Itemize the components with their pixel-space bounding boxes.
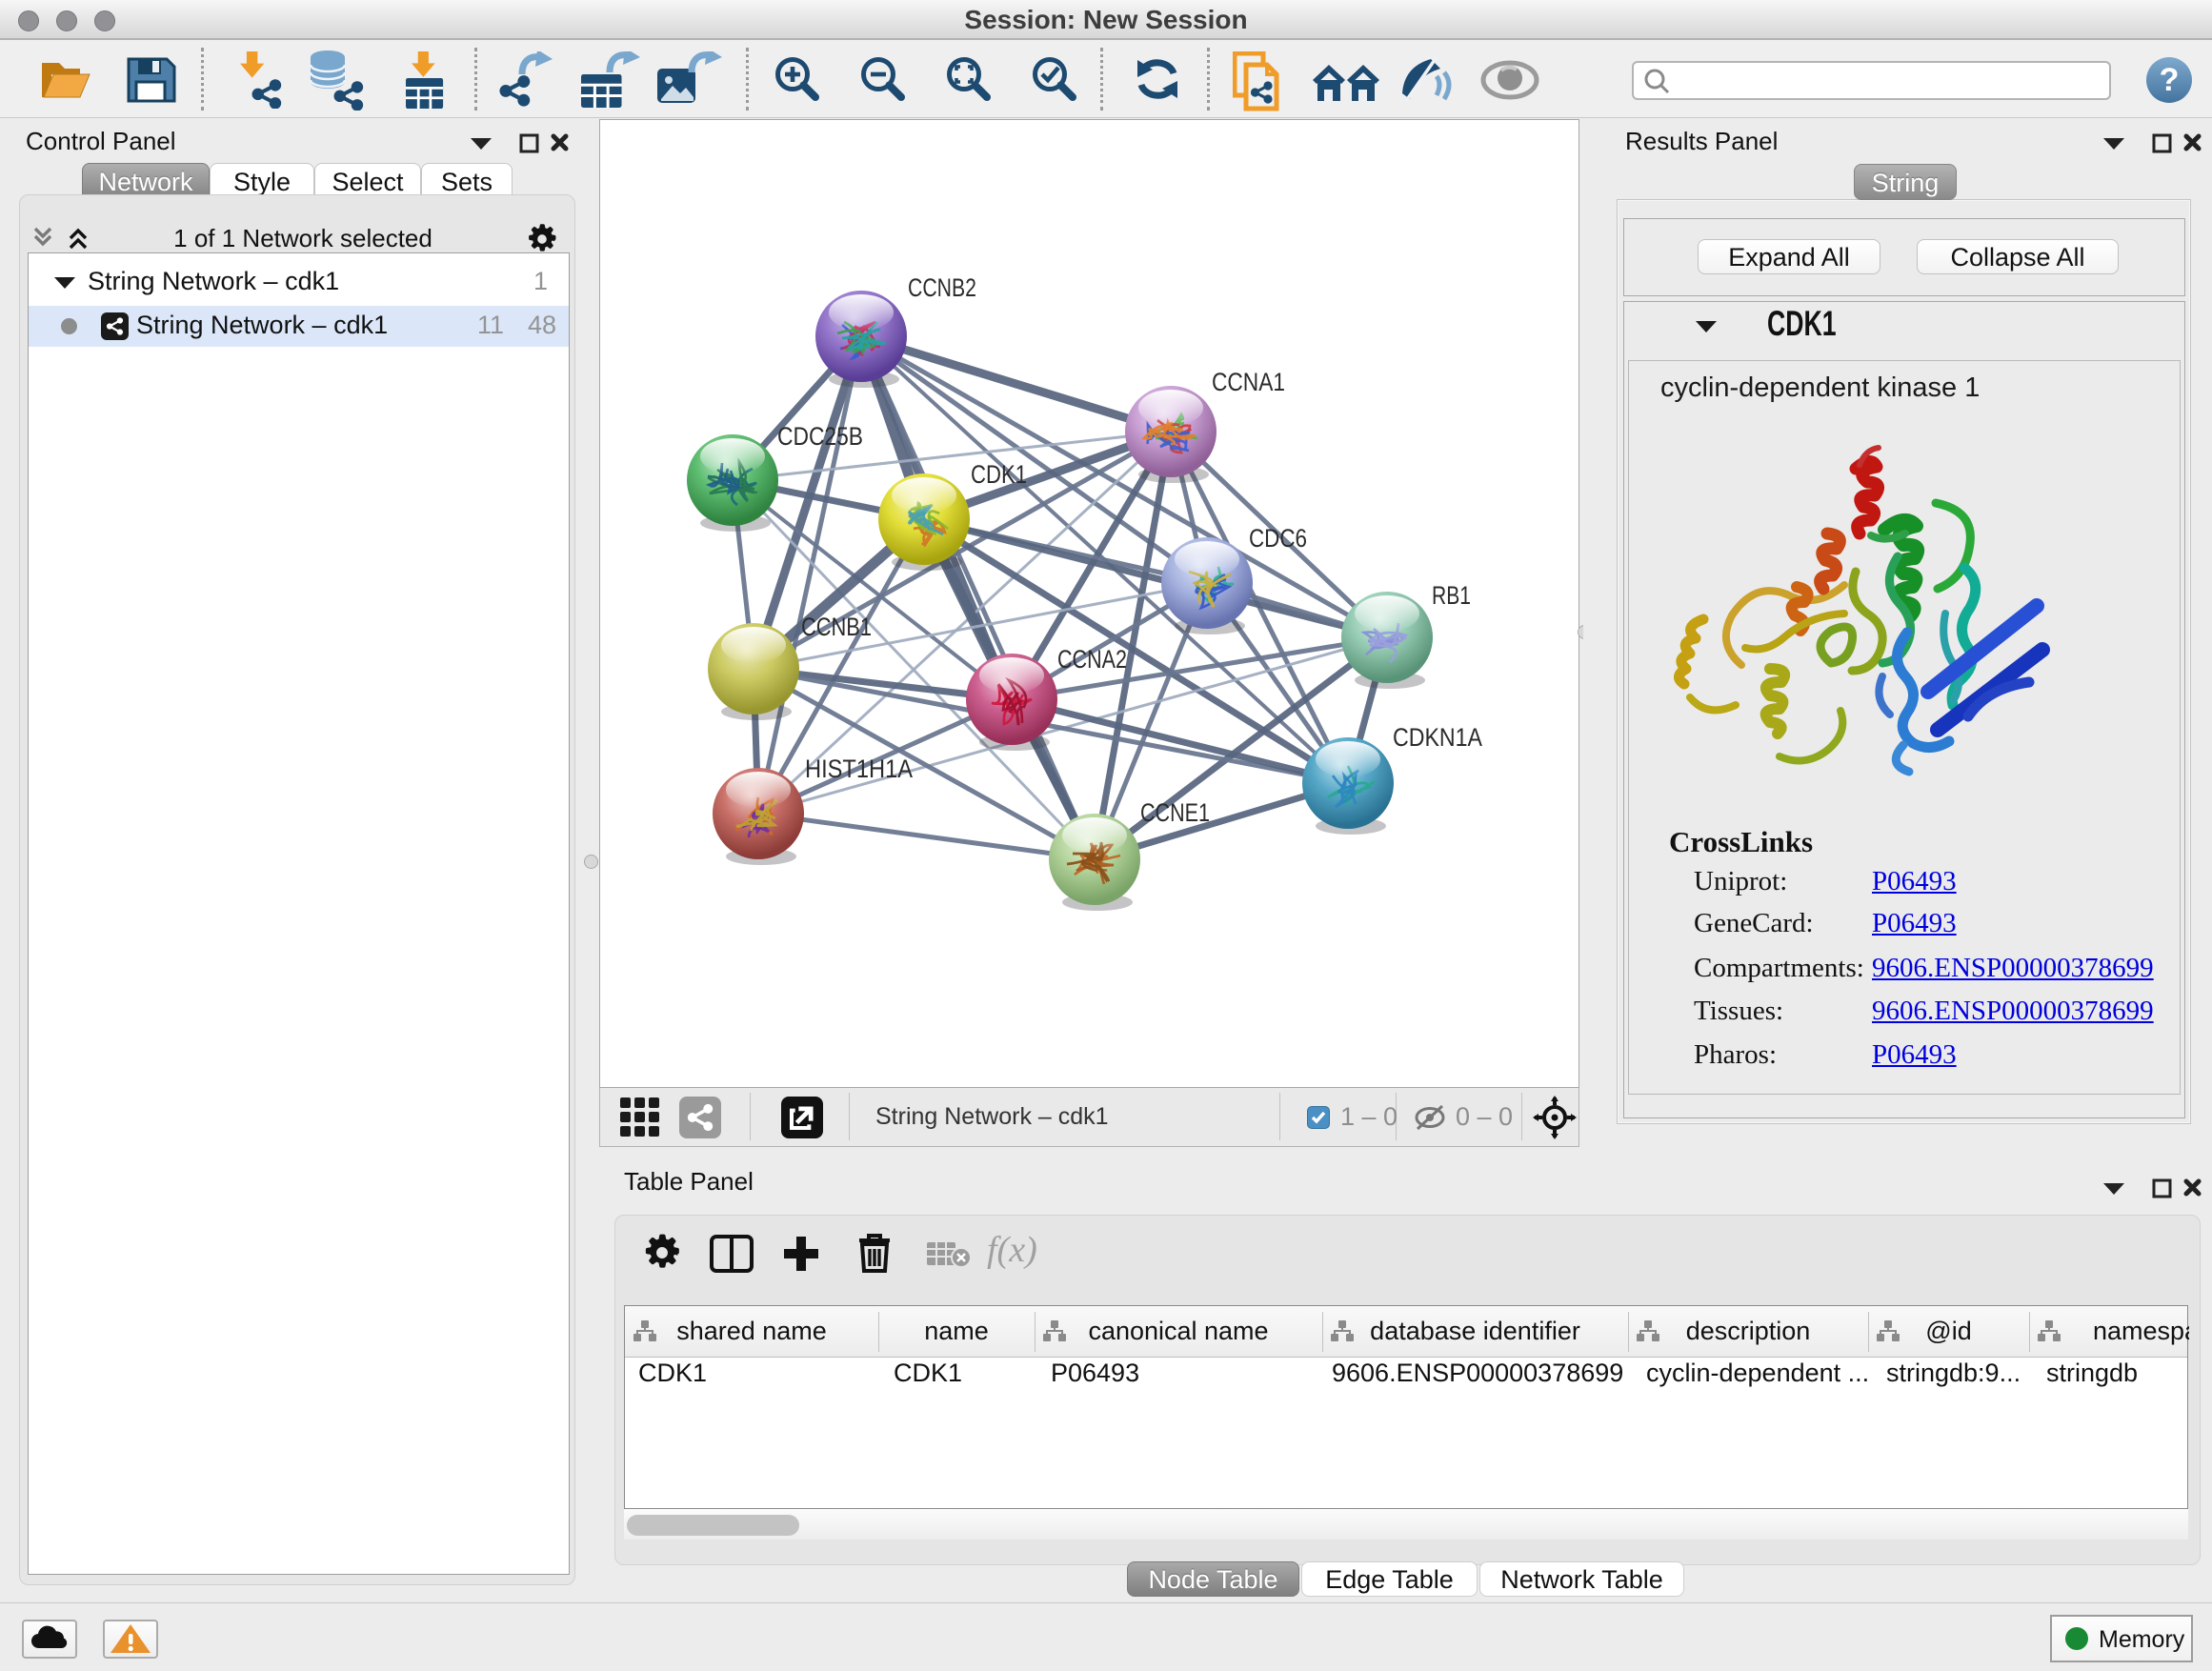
svg-text:CDC6: CDC6 [1249,524,1307,553]
svg-text:RB1: RB1 [1432,581,1471,610]
svg-text:CCNB1: CCNB1 [801,613,872,641]
svg-text:CDKN1A: CDKN1A [1393,723,1482,752]
svg-text:CCNB2: CCNB2 [908,273,976,302]
svg-text:CDK1: CDK1 [971,460,1027,489]
svg-text:CCNA1: CCNA1 [1212,368,1285,396]
svg-text:HIST1H1A: HIST1H1A [805,755,913,783]
svg-text:CDC25B: CDC25B [777,422,863,451]
svg-text:CCNE1: CCNE1 [1140,798,1210,827]
svg-text:CCNA2: CCNA2 [1057,645,1127,674]
